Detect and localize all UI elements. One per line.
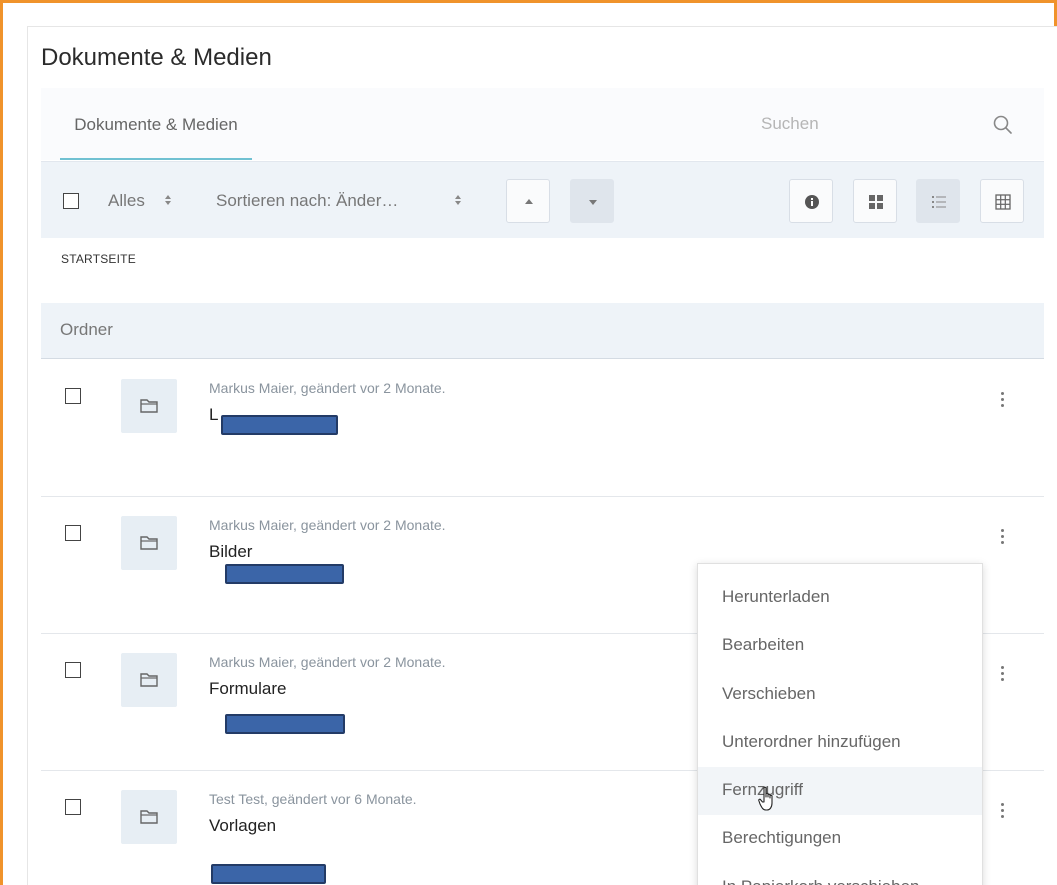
section-title: Ordner	[60, 320, 113, 339]
folder-icon	[140, 399, 158, 413]
list-view-icon	[932, 196, 946, 208]
folder-icon	[140, 536, 158, 550]
redaction-bar	[211, 864, 326, 884]
menu-item-remote-access[interactable]: Fernzugriff	[698, 767, 982, 815]
tab-bar: Dokumente & Medien Suchen	[41, 88, 1044, 160]
page-title: Dokumente & Medien	[41, 44, 272, 71]
cards-view-button[interactable]	[853, 179, 897, 223]
select-all-checkbox[interactable]	[63, 193, 79, 209]
row-name[interactable]: L	[209, 405, 218, 425]
menu-item-move-to-trash[interactable]: In Papierkorb verschieben	[698, 864, 982, 885]
tab-documents-media[interactable]: Dokumente & Medien	[60, 88, 252, 160]
row-checkbox[interactable]	[65, 662, 81, 678]
context-menu: Herunterladen Bearbeiten Verschieben Unt…	[697, 563, 983, 885]
sort-dropdown[interactable]: Sortieren nach: Änder…	[216, 191, 398, 211]
more-options-icon[interactable]	[999, 803, 1005, 825]
search-icon[interactable]	[992, 114, 1014, 136]
folder-icon-tile	[121, 790, 177, 844]
select-dropdown[interactable]: Alles	[108, 191, 145, 211]
table-view-button[interactable]	[980, 179, 1024, 223]
caret-down-icon	[589, 200, 597, 205]
toolbar: Alles Sortieren nach: Änder…	[41, 161, 1044, 238]
menu-item-edit[interactable]: Bearbeiten	[698, 622, 982, 670]
folder-icon-tile	[121, 379, 177, 433]
more-options-icon[interactable]	[999, 392, 1005, 414]
info-icon	[805, 195, 819, 209]
redaction-bar	[221, 415, 338, 435]
section-header-folders: Ordner	[41, 303, 1044, 359]
sort-ascending-button[interactable]	[506, 179, 550, 223]
row-name[interactable]: Vorlagen	[209, 816, 276, 836]
cards-view-icon	[869, 195, 883, 209]
menu-item-permissions[interactable]: Berechtigungen	[698, 815, 982, 863]
more-options-icon[interactable]	[999, 666, 1005, 688]
search-input[interactable]: Suchen	[761, 114, 819, 134]
folder-icon	[140, 673, 158, 687]
breadcrumb-home[interactable]: STARTSEITE	[61, 252, 136, 266]
row-meta: Markus Maier, geändert vor 2 Monate.	[209, 380, 446, 396]
menu-item-download[interactable]: Herunterladen	[698, 574, 982, 622]
more-options-icon[interactable]	[999, 529, 1005, 551]
row-checkbox[interactable]	[65, 388, 81, 404]
select-dropdown-arrows-icon	[165, 195, 171, 205]
folder-icon-tile	[121, 516, 177, 570]
list-item[interactable]: Markus Maier, geändert vor 2 Monate. L	[41, 360, 1044, 497]
row-meta: Markus Maier, geändert vor 2 Monate.	[209, 654, 446, 670]
menu-item-add-subfolder[interactable]: Unterordner hinzufügen	[698, 719, 982, 767]
caret-up-icon	[525, 199, 533, 204]
list-view-button[interactable]	[916, 179, 960, 223]
info-button[interactable]	[789, 179, 833, 223]
row-meta: Markus Maier, geändert vor 2 Monate.	[209, 517, 446, 533]
folder-icon-tile	[121, 653, 177, 707]
sort-dropdown-arrows-icon	[455, 195, 461, 205]
sort-descending-button[interactable]	[570, 179, 614, 223]
hand-cursor-icon	[758, 786, 773, 811]
row-name[interactable]: Formulare	[209, 679, 286, 699]
row-checkbox[interactable]	[65, 799, 81, 815]
row-meta: Test Test, geändert vor 6 Monate.	[209, 791, 417, 807]
row-name[interactable]: Bilder	[209, 542, 252, 562]
redaction-bar	[225, 714, 345, 734]
row-checkbox[interactable]	[65, 525, 81, 541]
folder-icon	[140, 810, 158, 824]
redaction-bar	[225, 564, 344, 584]
table-view-icon	[995, 194, 1011, 210]
menu-item-move[interactable]: Verschieben	[698, 671, 982, 719]
